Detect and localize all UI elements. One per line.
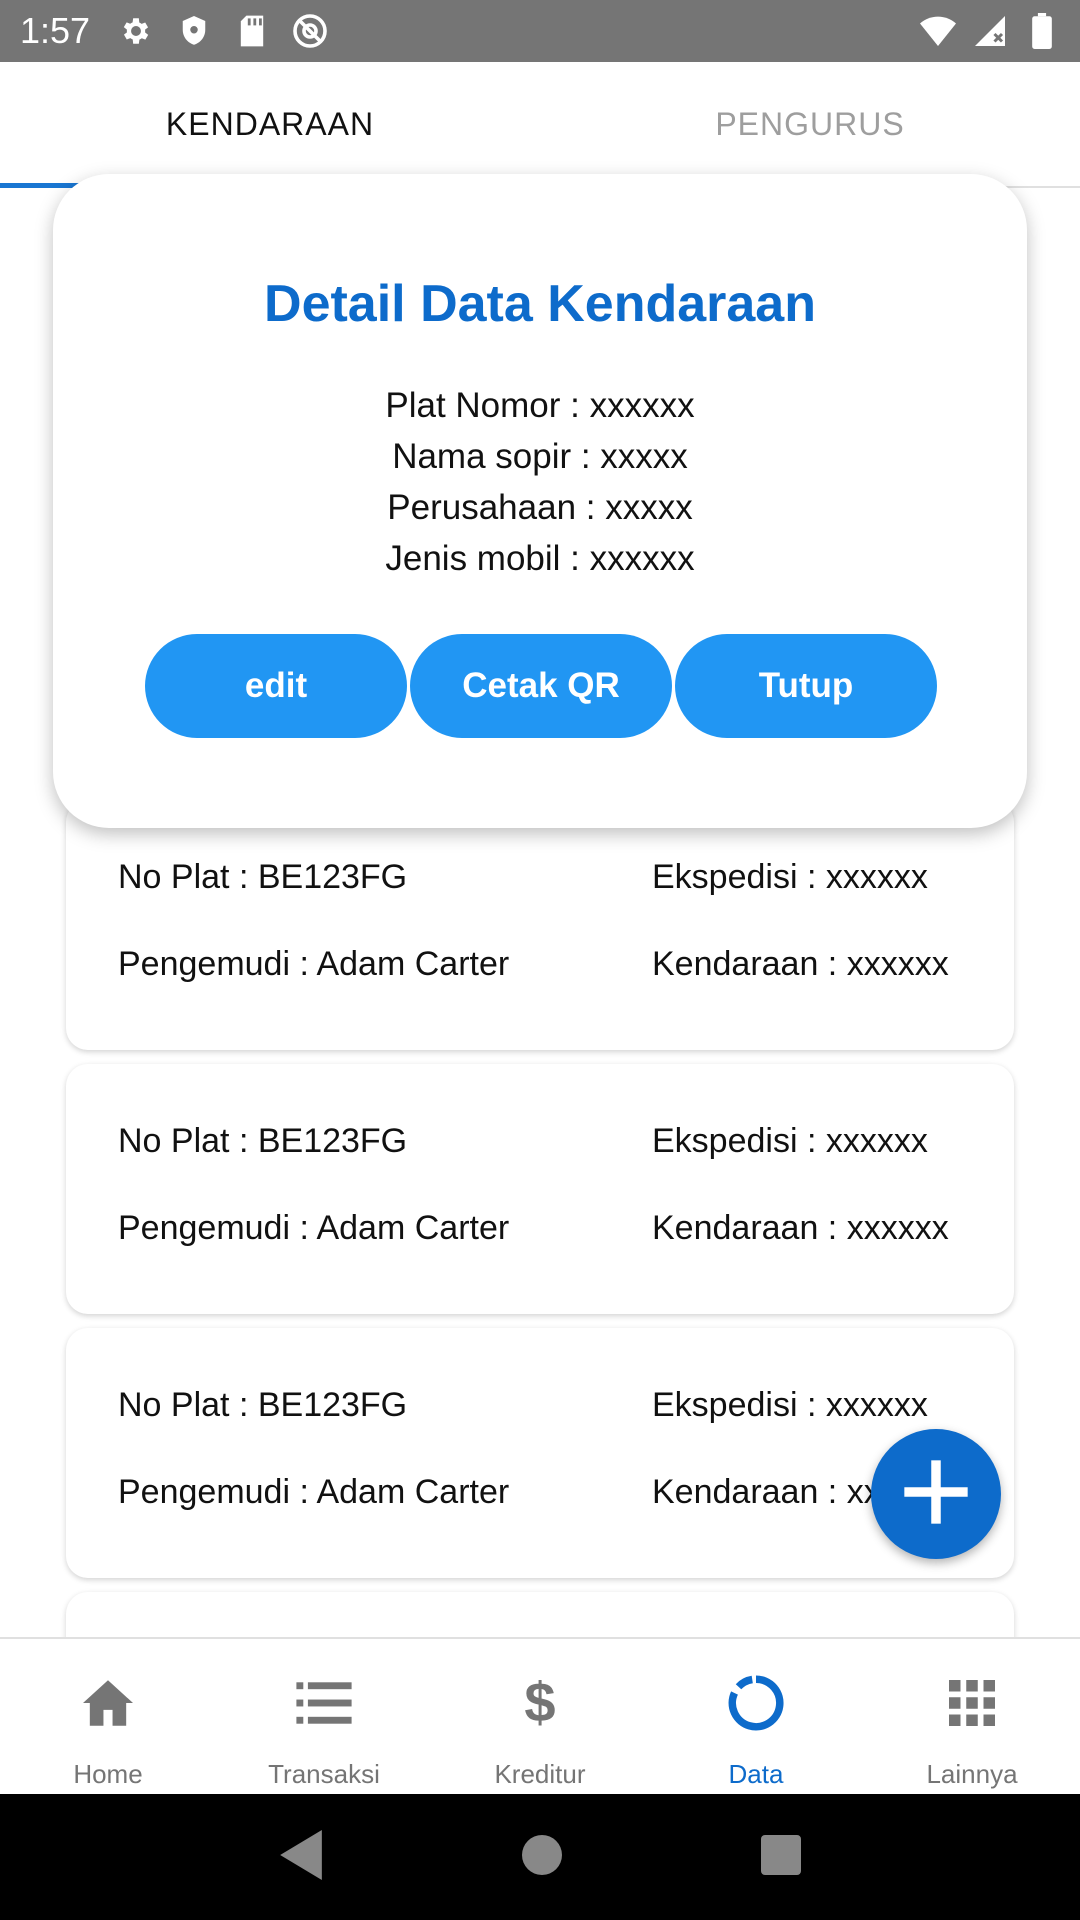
bottom-nav: Home Transaksi $ Kreditur Data Lainnya <box>0 1637 1080 1794</box>
at-sign-icon <box>292 13 328 49</box>
detail-dialog: Detail Data Kendaraan Plat Nomor : xxxxx… <box>53 174 1027 828</box>
print-qr-button[interactable]: Cetak QR <box>410 634 672 738</box>
edit-button[interactable]: edit <box>145 634 407 738</box>
status-icons-left <box>118 13 328 49</box>
ekspedisi-text: Ekspedisi : xxxxxx <box>652 1122 928 1160</box>
recents-icon[interactable] <box>760 1834 801 1880</box>
dollar-icon: $ <box>510 1673 570 1733</box>
plus-icon <box>898 1454 974 1535</box>
perusahaan-text: Perusahaan : xxxxx <box>387 488 693 527</box>
signal-icon <box>972 13 1008 49</box>
jenis-mobil-text: Jenis mobil : xxxxxx <box>385 539 695 578</box>
nav-lainnya[interactable]: Lainnya <box>864 1639 1080 1794</box>
nav-label: Kreditur <box>494 1759 586 1789</box>
battery-icon <box>1024 13 1060 49</box>
nav-transaksi[interactable]: Transaksi <box>216 1639 432 1794</box>
gear-icon <box>118 13 154 49</box>
tab-kendaraan[interactable]: KENDARAAN <box>0 62 540 188</box>
nav-kreditur[interactable]: $ Kreditur <box>432 1639 648 1794</box>
nav-label: Lainnya <box>926 1759 1018 1789</box>
plat-text: No Plat : BE123FG <box>118 858 408 896</box>
kendaraan-text: Kendaraan : xxxxxx <box>652 1209 949 1247</box>
nav-label: Data <box>728 1759 784 1789</box>
tab-bar: KENDARAAN PENGURUS <box>0 62 1080 188</box>
ekspedisi-text: Ekspedisi : xxxxxx <box>652 1386 928 1424</box>
back-icon[interactable] <box>279 1829 323 1885</box>
system-nav-bar <box>0 1794 1080 1920</box>
pengemudi-text: Pengemudi : Adam Carter <box>118 1473 510 1511</box>
ekspedisi-text: Ekspedisi : xxxxxx <box>652 858 928 896</box>
shield-icon <box>176 13 212 49</box>
nav-home[interactable]: Home <box>0 1639 216 1794</box>
close-button[interactable]: Tutup <box>675 634 937 738</box>
plat-nomor-text: Plat Nomor : xxxxxx <box>385 386 695 425</box>
svg-text:$: $ <box>524 1675 555 1731</box>
list-item[interactable]: No Plat : BE123FG Ekspedisi : xxxxxx Pen… <box>66 1328 1014 1578</box>
data-ring-icon <box>726 1673 786 1733</box>
status-time: 1:57 <box>20 10 91 51</box>
nav-data[interactable]: Data <box>648 1639 864 1794</box>
status-bar: 1:57 <box>0 0 1080 62</box>
dialog-details: Plat Nomor : xxxxxx Nama sopir : xxxxx P… <box>53 380 1027 584</box>
dialog-actions: edit Cetak QR Tutup <box>145 634 937 738</box>
home-circle-icon[interactable] <box>521 1834 562 1880</box>
pengemudi-text: Pengemudi : Adam Carter <box>118 1209 510 1247</box>
list-item[interactable]: No Plat : BE123FG Ekspedisi : xxxxxx Pen… <box>66 1064 1014 1314</box>
nav-label: Transaksi <box>268 1759 380 1789</box>
status-icons-right <box>920 13 1060 49</box>
home-icon <box>78 1673 138 1733</box>
tab-pengurus[interactable]: PENGURUS <box>540 62 1080 186</box>
plat-text: No Plat : BE123FG <box>118 1122 408 1160</box>
nav-label: Home <box>73 1759 143 1789</box>
dialog-title: Detail Data Kendaraan <box>264 275 816 333</box>
add-vehicle-button[interactable] <box>871 1429 1001 1559</box>
list-icon <box>294 1673 354 1733</box>
kendaraan-text: Kendaraan : xxxxxx <box>652 945 949 983</box>
list-item[interactable]: No Plat : BE123FG Ekspedisi : xxxxxx Pen… <box>66 800 1014 1050</box>
grid-icon <box>942 1673 1002 1733</box>
plat-text: No Plat : BE123FG <box>118 1386 408 1424</box>
sd-card-icon <box>234 13 270 49</box>
nama-sopir-text: Nama sopir : xxxxx <box>392 437 688 476</box>
wifi-icon <box>920 13 956 49</box>
pengemudi-text: Pengemudi : Adam Carter <box>118 945 510 983</box>
